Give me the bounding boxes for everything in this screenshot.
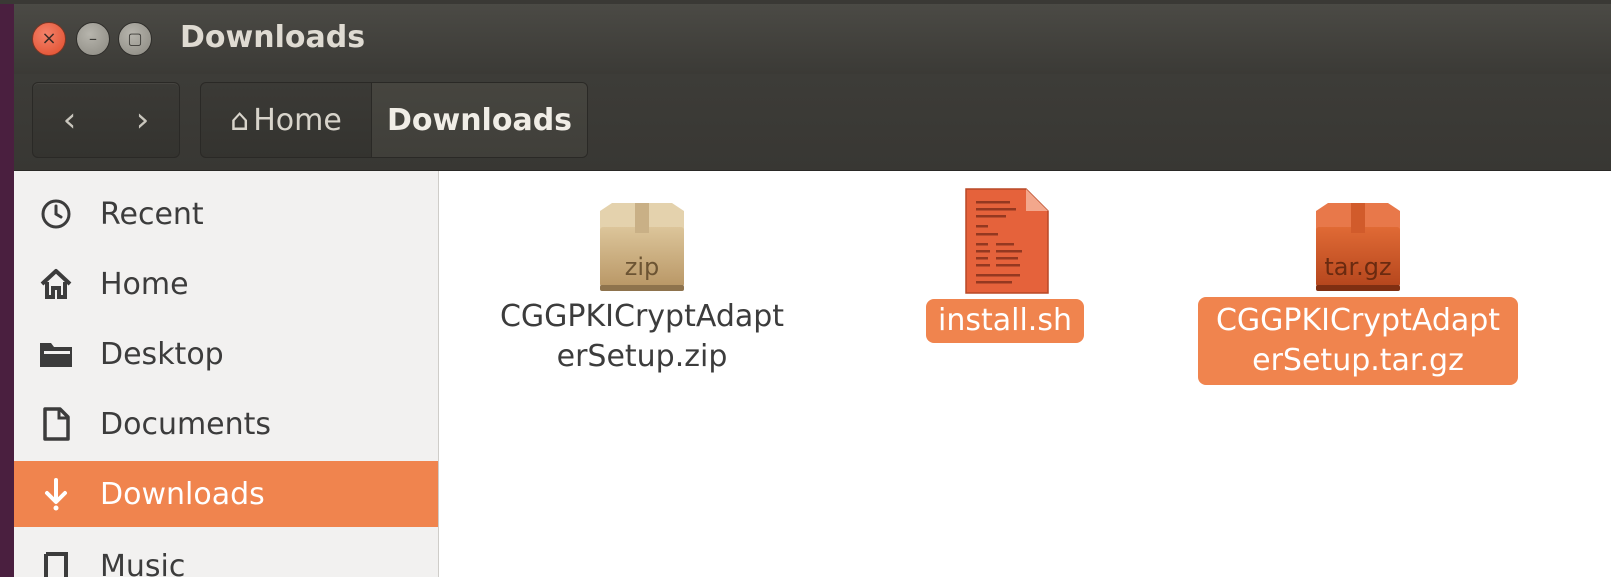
file-name-line-2: erSetup.zip <box>556 339 728 374</box>
file-name-line-1: install.sh <box>938 303 1072 338</box>
breadcrumb-downloads[interactable]: Downloads <box>372 83 587 157</box>
archive-type-label: zip <box>624 253 660 281</box>
music-icon <box>36 550 76 577</box>
breadcrumb: ⌂ Home Downloads <box>200 82 588 158</box>
sidebar-item-downloads[interactable]: Downloads <box>14 461 438 527</box>
clock-icon <box>36 198 76 230</box>
sidebar-item-home[interactable]: Home <box>14 251 438 317</box>
download-icon <box>36 477 76 511</box>
file-name-selected: install.sh <box>926 299 1084 343</box>
targz-archive-icon: tar.gz <box>1306 201 1410 301</box>
document-icon <box>36 407 76 441</box>
sidebar-item-label: Music <box>100 548 186 577</box>
maximize-window-button[interactable]: ▢ <box>118 22 152 56</box>
breadcrumb-downloads-label: Downloads <box>386 102 573 138</box>
sidebar-item-label: Documents <box>100 406 272 442</box>
navigation-buttons: ‹ › <box>32 82 180 158</box>
file-name: CGGPKICryptAdapt erSetup.zip <box>482 297 802 377</box>
breadcrumb-home-label: Home <box>253 102 342 138</box>
window-title: Downloads <box>180 20 366 55</box>
archive-type-label: tar.gz <box>1324 253 1392 281</box>
toolbar: ‹ › ⌂ Home Downloads <box>14 74 1611 171</box>
file-view: zip CGGPKICryptAdapt erSetup.zip install… <box>454 171 1611 577</box>
forward-button[interactable]: › <box>106 83 179 157</box>
file-manager-window: × – ▢ Downloads ‹ › ⌂ Home Downloads Rec… <box>14 4 1611 577</box>
title-bar: × – ▢ Downloads <box>14 4 1611 74</box>
sidebar-item-recent[interactable]: Recent <box>14 181 438 247</box>
sidebar-item-label: Downloads <box>100 476 265 512</box>
sidebar-item-documents[interactable]: Documents <box>14 391 438 457</box>
sidebar-item-label: Home <box>100 266 189 302</box>
close-icon: × <box>41 28 57 49</box>
desktop-edge <box>0 0 14 577</box>
minimize-window-button[interactable]: – <box>76 22 110 56</box>
maximize-icon: ▢ <box>127 29 143 48</box>
file-name-line-1: CGGPKICryptAdapt <box>1215 303 1501 338</box>
file-name-selected: CGGPKICryptAdapt erSetup.tar.gz <box>1198 297 1518 385</box>
places-sidebar: Recent Home Desktop Documents Downloads <box>14 171 439 577</box>
sidebar-item-desktop[interactable]: Desktop <box>14 321 438 387</box>
chevron-left-icon: ‹ <box>62 100 77 140</box>
close-window-button[interactable]: × <box>32 22 66 56</box>
home-icon <box>36 268 76 300</box>
sidebar-item-label: Desktop <box>100 336 224 372</box>
zip-archive-icon: zip <box>590 201 694 301</box>
home-icon: ⌂ <box>230 102 250 138</box>
sidebar-item-music[interactable]: Music <box>14 533 438 577</box>
minimize-icon: – <box>89 29 97 48</box>
breadcrumb-home[interactable]: ⌂ Home <box>201 83 372 157</box>
chevron-right-icon: › <box>135 100 150 140</box>
back-button[interactable]: ‹ <box>33 83 106 157</box>
folder-icon <box>36 338 76 370</box>
file-name-line-2: erSetup.tar.gz <box>1252 343 1464 378</box>
sidebar-item-label: Recent <box>100 196 204 232</box>
script-file-icon <box>962 187 1052 299</box>
file-name-line-1: CGGPKICryptAdapt <box>499 299 785 334</box>
